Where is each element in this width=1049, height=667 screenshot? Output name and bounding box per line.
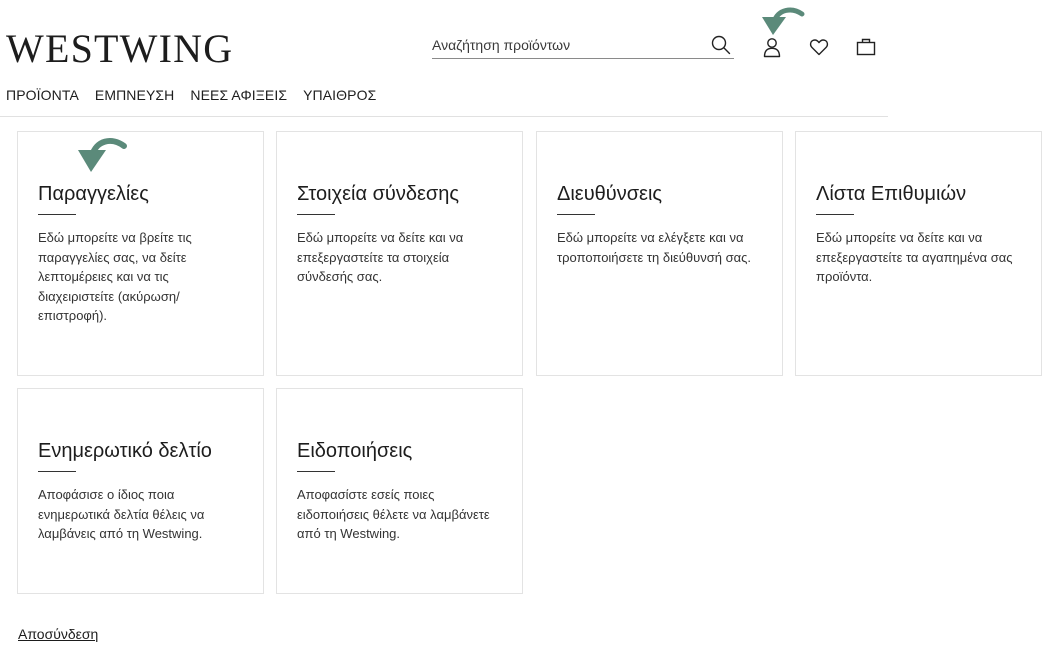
- card-description: Εδώ μπορείτε να ελέγξετε και να τροποποι…: [557, 230, 752, 265]
- green-arrow-icon: [74, 134, 128, 181]
- card-login-details[interactable]: Στοιχεία σύνδεσης Εδώ μπορείτε να δείτε …: [276, 131, 523, 376]
- logout-link[interactable]: Αποσύνδεση: [18, 626, 98, 642]
- search-bar: [432, 33, 734, 59]
- card-notifications[interactable]: Ειδοποιήσεις Αποφασίστε εσείς ποιες ειδο…: [276, 388, 523, 594]
- westwing-logo[interactable]: WESTWING: [6, 27, 233, 71]
- card-orders[interactable]: Παραγγελίες Εδώ μπορείτε να βρείτε τις π…: [17, 131, 264, 376]
- title-underline: [816, 214, 854, 215]
- card-description: Εδώ μπορείτε να δείτε και να επεξεργαστε…: [816, 230, 1013, 284]
- card-title: Ενημερωτικό δελτίο: [38, 440, 212, 462]
- card-addresses[interactable]: Διευθύνσεις Εδώ μπορείτε να ελέγξετε και…: [536, 131, 783, 376]
- card-title: Διευθύνσεις: [557, 183, 663, 205]
- card-wishlist[interactable]: Λίστα Επιθυμιών Εδώ μπορείτε να δείτε κα…: [795, 131, 1042, 376]
- nav-item-products[interactable]: ΠΡΟΪΟΝΤΑ: [6, 86, 79, 106]
- title-underline: [38, 214, 76, 215]
- card-description: Εδώ μπορείτε να δείτε και να επεξεργαστε…: [297, 230, 464, 284]
- title-underline: [38, 471, 76, 472]
- search-input[interactable]: [432, 34, 702, 56]
- card-description: Αποφασίστε εσείς ποιες ειδοποιήσεις θέλε…: [297, 487, 490, 541]
- card-description: Εδώ μπορείτε να βρείτε τις παραγγελίες σ…: [38, 230, 192, 323]
- title-underline: [297, 471, 335, 472]
- green-arrow-icon: [758, 4, 806, 45]
- search-icon[interactable]: [710, 34, 732, 56]
- card-title: Παραγγελίες: [38, 183, 149, 205]
- card-description: Αποφάσισε ο ίδιος ποια ενημερωτικά δελτί…: [38, 487, 205, 541]
- card-title: Λίστα Επιθυμιών: [816, 183, 967, 205]
- card-title: Στοιχεία σύνδεσης: [297, 183, 460, 205]
- nav-item-outdoor[interactable]: ΥΠΑΙΘΡΟΣ: [303, 86, 376, 106]
- title-underline: [297, 214, 335, 215]
- card-title: Ειδοποιήσεις: [297, 440, 413, 462]
- card-newsletter[interactable]: Ενημερωτικό δελτίο Αποφάσισε ο ίδιος ποι…: [17, 388, 264, 594]
- heart-icon[interactable]: [808, 36, 830, 58]
- nav-item-new-arrivals[interactable]: ΝΕΕΣ ΑΦΙΞΕΙΣ: [190, 86, 287, 106]
- title-underline: [557, 214, 595, 215]
- nav-item-inspiration[interactable]: ΕΜΠΝΕΥΣΗ: [95, 86, 174, 106]
- bag-icon[interactable]: [855, 36, 877, 58]
- main-nav: ΠΡΟΪΟΝΤΑ ΕΜΠΝΕΥΣΗ ΝΕΕΣ ΑΦΙΞΕΙΣ ΥΠΑΙΘΡΟΣ: [0, 86, 392, 106]
- nav-divider: [0, 116, 888, 117]
